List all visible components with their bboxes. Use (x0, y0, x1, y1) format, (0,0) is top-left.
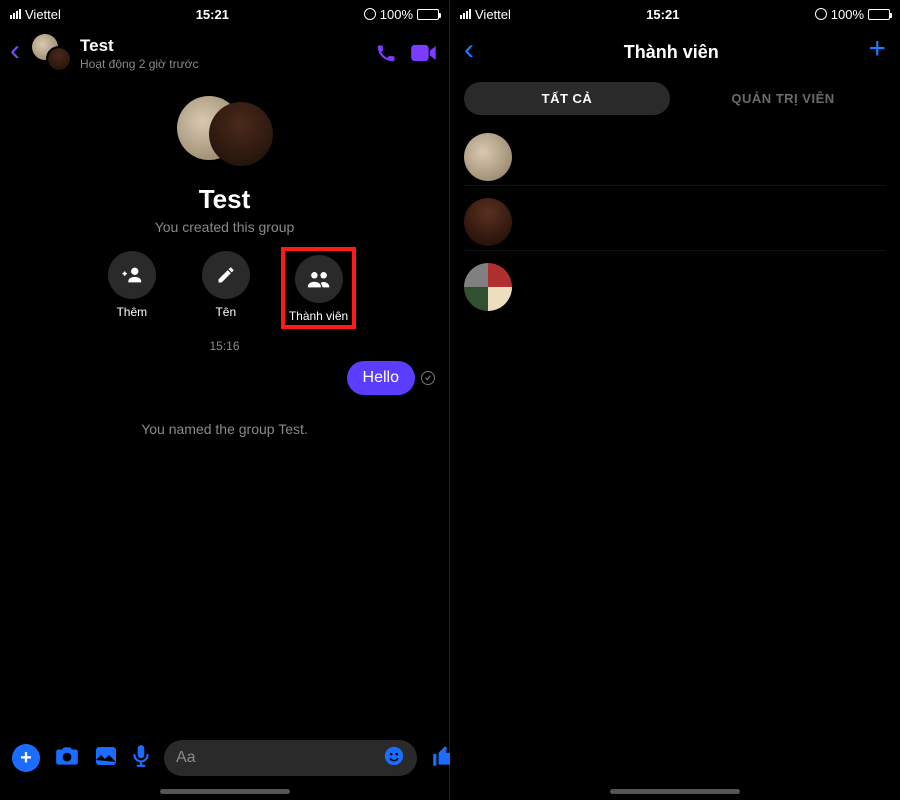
member-row[interactable] (464, 129, 886, 186)
group-name: Test (199, 184, 251, 215)
carrier-label: Viettel (25, 7, 61, 22)
status-time: 15:21 (196, 7, 229, 22)
member-list[interactable] (450, 123, 900, 321)
rename-button[interactable] (202, 251, 250, 299)
battery-icon (417, 9, 439, 20)
message-timestamp: 15:16 (14, 339, 435, 353)
battery-percent: 100% (831, 7, 864, 22)
battery-icon (868, 9, 890, 20)
group-subtitle: You created this group (155, 219, 295, 235)
back-button[interactable]: ‹ (464, 35, 474, 69)
message-row: Hello (14, 361, 435, 395)
carrier-label: Viettel (475, 7, 511, 22)
chat-body[interactable]: Test You created this group Thêm Tên (0, 80, 449, 730)
members-label: Thành viên (289, 309, 348, 323)
member-row[interactable] (464, 194, 886, 251)
rename-label: Tên (215, 305, 236, 319)
avatar (464, 198, 512, 246)
avatar (464, 133, 512, 181)
add-label: Thêm (116, 305, 147, 319)
emoji-button[interactable] (383, 745, 405, 772)
home-indicator (610, 789, 740, 794)
chat-header: ‹ Test Hoạt động 2 giờ trước (0, 28, 449, 80)
members-screen: Viettel 15:21 100% ‹ Thành viên + TẤT CẢ… (450, 0, 900, 800)
system-message: You named the group Test. (141, 421, 308, 437)
delivered-icon (421, 371, 435, 385)
message-bubble[interactable]: Hello (347, 361, 415, 395)
member-row[interactable] (464, 259, 886, 315)
status-time: 15:21 (646, 7, 679, 22)
add-member-button[interactable]: + (868, 32, 886, 72)
signal-icon (10, 9, 21, 19)
back-button[interactable]: ‹ (10, 36, 24, 70)
group-avatar[interactable] (32, 34, 72, 72)
clock-icon (364, 8, 376, 20)
members-highlight: Thành viên (281, 247, 356, 329)
audio-call-button[interactable] (371, 38, 401, 68)
add-member-button[interactable] (108, 251, 156, 299)
status-bar: Viettel 15:21 100% (0, 0, 449, 28)
home-indicator (160, 789, 290, 794)
message-input-wrapper[interactable] (164, 740, 417, 776)
members-title: Thành viên (474, 42, 868, 63)
message-input[interactable] (176, 749, 383, 767)
chat-subtitle: Hoạt động 2 giờ trước (80, 57, 363, 71)
members-header: ‹ Thành viên + (450, 28, 900, 78)
avatar (464, 263, 512, 311)
status-bar: Viettel 15:21 100% (450, 0, 900, 28)
chat-screen: Viettel 15:21 100% ‹ Test Hoạt động 2 gi… (0, 0, 450, 800)
group-actions: Thêm Tên Thành viên (97, 251, 352, 325)
signal-icon (460, 9, 471, 19)
group-avatar-large (177, 96, 273, 174)
video-call-button[interactable] (409, 38, 439, 68)
battery-percent: 100% (380, 7, 413, 22)
members-button[interactable] (295, 255, 343, 303)
clock-icon (815, 8, 827, 20)
tab-admins[interactable]: QUẢN TRỊ VIÊN (680, 82, 886, 115)
chat-title: Test (80, 36, 363, 56)
member-tabs: TẤT CẢ QUẢN TRỊ VIÊN (450, 78, 900, 123)
microphone-button[interactable] (132, 744, 150, 773)
more-actions-button[interactable]: + (12, 744, 40, 772)
gallery-button[interactable] (94, 745, 118, 772)
tab-all[interactable]: TẤT CẢ (464, 82, 670, 115)
camera-button[interactable] (54, 745, 80, 772)
